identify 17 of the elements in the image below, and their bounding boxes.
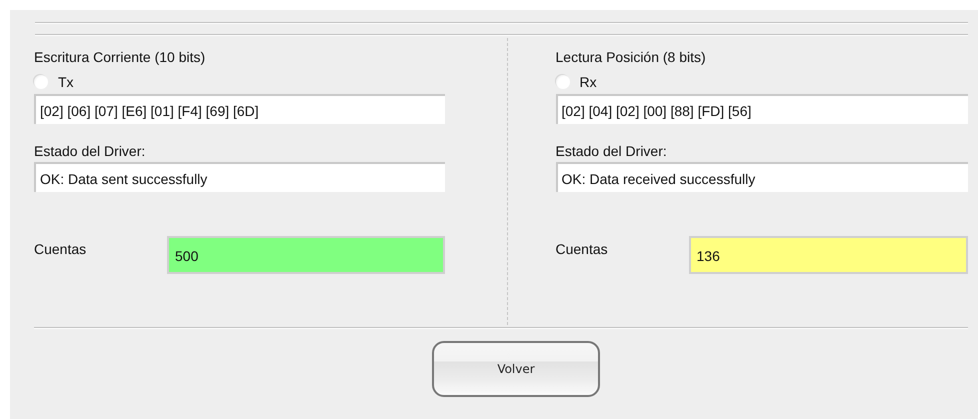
field-label: Estado del Driver: [34,142,146,160]
radio-icon[interactable] [34,75,48,89]
counts-field[interactable]: 500 [167,236,444,274]
field-label: Cuentas [556,241,609,257]
section-title: Escritura Corriente (10 bits) [34,48,206,66]
radio-icon[interactable] [556,75,570,89]
frame-field[interactable]: [02] [04] [02] [00] [88] [FD] [56] [556,94,968,124]
radio-button[interactable]: Tx [34,72,74,92]
frame-field[interactable]: [02] [06] [07] [E6] [01] [F4] [69] [6D] [34,94,444,124]
back-button[interactable]: Volver [432,341,600,397]
status-field[interactable]: OK: Data sent successfully [34,162,444,192]
counts-field[interactable]: 136 [688,236,968,274]
field-label: Estado del Driver: [556,142,668,160]
status-field[interactable]: OK: Data received successfully [556,162,968,192]
radio-button[interactable]: Rx [556,72,597,92]
field-label: Cuentas [34,241,88,257]
section-title: Lectura Posición (8 bits) [556,48,707,66]
